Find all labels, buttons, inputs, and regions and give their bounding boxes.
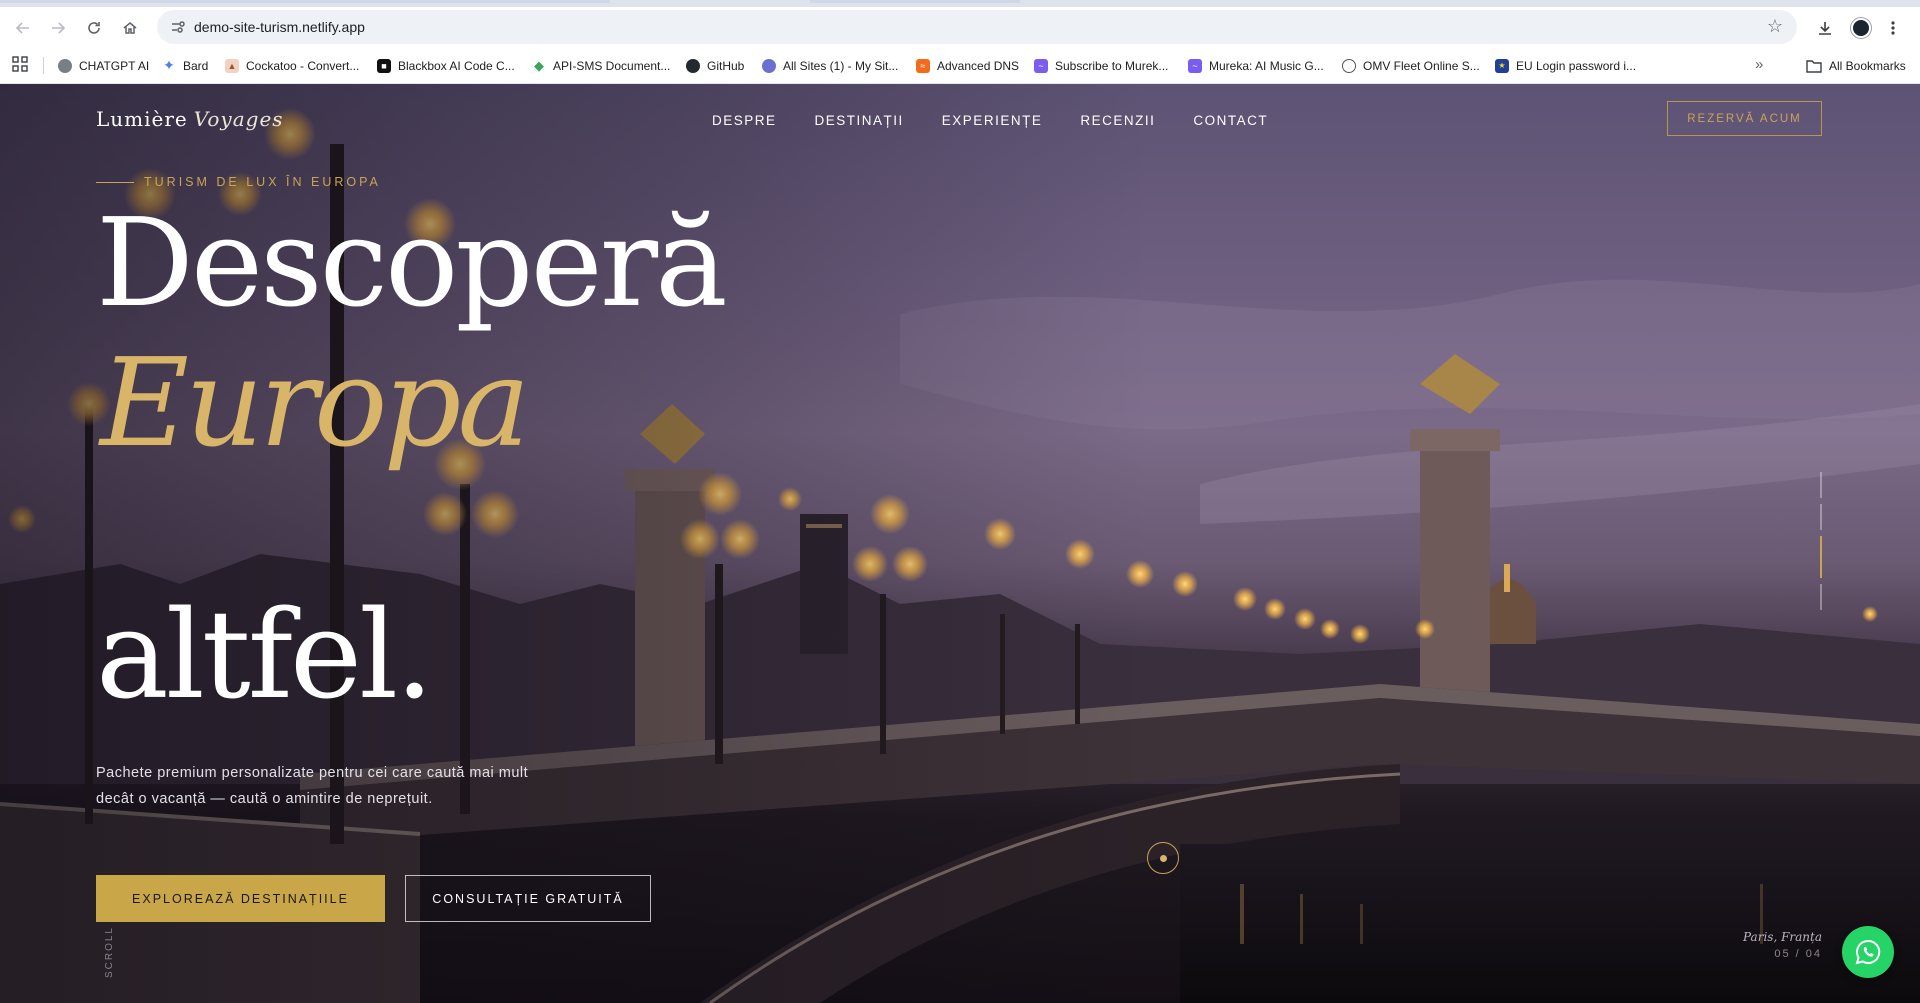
back-icon[interactable] bbox=[10, 15, 36, 41]
bookmark-mureka-music[interactable]: ~ Mureka: AI Music G... bbox=[1188, 47, 1324, 84]
bookmark-label: EU Login password i... bbox=[1516, 58, 1637, 73]
eyebrow-text: TURISM DE LUX ÎN EUROPA bbox=[144, 175, 381, 189]
url-text[interactable]: demo-site-turism.netlify.app bbox=[194, 19, 365, 35]
bookmark-github[interactable]: GitHub bbox=[686, 47, 744, 84]
home-icon[interactable] bbox=[117, 15, 143, 41]
bookmark-label: Advanced DNS bbox=[937, 58, 1020, 73]
bookmarks-overflow-icon[interactable]: » bbox=[1755, 56, 1763, 73]
profile-icon[interactable] bbox=[1848, 15, 1874, 41]
bookmark-subscribe-mureka[interactable]: ~ Subscribe to Murek... bbox=[1034, 47, 1168, 84]
github-icon bbox=[686, 58, 700, 73]
tab-strip-segment bbox=[810, 0, 1020, 3]
bookmark-label: API-SMS Document... bbox=[553, 58, 671, 73]
eu-flag-icon: ★ bbox=[1495, 58, 1509, 73]
hero-eyebrow: TURISM DE LUX ÎN EUROPA bbox=[96, 175, 381, 189]
nav-destinatii[interactable]: DESTINAȚII bbox=[815, 113, 904, 128]
eyebrow-line bbox=[96, 181, 134, 183]
download-icon[interactable] bbox=[1813, 15, 1837, 41]
mureka-icon: ~ bbox=[1188, 58, 1202, 73]
browser-toolbar: demo-site-turism.netlify.app ☆ bbox=[0, 7, 1920, 47]
blackbox-icon: ■ bbox=[377, 58, 391, 73]
explore-destinations-button[interactable]: EXPLOREAZĂ DESTINAȚIILE bbox=[96, 875, 385, 922]
reload-icon[interactable] bbox=[81, 15, 107, 41]
slide-tick[interactable] bbox=[1820, 472, 1822, 498]
hero-section: Lumière Voyages DESPRE DESTINAȚII EXPERIE… bbox=[0, 84, 1920, 1003]
bookmark-all-sites[interactable]: All Sites (1) - My Sit... bbox=[762, 47, 898, 84]
hero-lead-text: Pachete premium personalizate pentru cei… bbox=[96, 765, 529, 807]
headline-line-3: altfel. bbox=[96, 584, 434, 726]
bookmark-label: OMV Fleet Online S... bbox=[1363, 58, 1480, 73]
nav-experiente[interactable]: EXPERIENȚE bbox=[942, 113, 1043, 128]
avatar bbox=[1851, 18, 1871, 38]
site-nav: DESPRE DESTINAȚII EXPERIENȚE RECENZII CO… bbox=[712, 113, 1306, 128]
slide-tick-active[interactable] bbox=[1820, 536, 1822, 578]
dns-icon: ≈ bbox=[916, 58, 930, 73]
globe-icon bbox=[1342, 58, 1356, 73]
all-sites-icon bbox=[762, 58, 776, 73]
scroll-indicator: SCROLL bbox=[104, 926, 115, 979]
menu-icon[interactable] bbox=[1884, 15, 1902, 41]
hotspot-dot bbox=[1160, 855, 1167, 862]
bookmark-label: Cockatoo - Convert... bbox=[246, 58, 360, 73]
forward-icon[interactable] bbox=[45, 15, 71, 41]
tab-strip bbox=[0, 0, 1920, 7]
cockatoo-icon: ▲ bbox=[225, 58, 239, 73]
free-consultation-button[interactable]: CONSULTAȚIE GRATUITĂ bbox=[405, 875, 651, 922]
bookmarks-bar: CHATGPT AI ✦ Bard ▲ Cockatoo - Convert..… bbox=[0, 47, 1920, 84]
hotspot-marker[interactable] bbox=[1147, 842, 1179, 874]
slide-tick[interactable] bbox=[1820, 504, 1822, 530]
address-bar[interactable]: demo-site-turism.netlify.app ☆ bbox=[157, 10, 1797, 44]
headline-line-1: Descoperă bbox=[96, 192, 728, 334]
bard-icon: ✦ bbox=[163, 57, 175, 73]
book-now-button[interactable]: REZERVĂ ACUM bbox=[1667, 101, 1822, 136]
bookmark-eu-login[interactable]: ★ EU Login password i... bbox=[1495, 47, 1636, 84]
bookmark-label: Bard bbox=[183, 58, 209, 73]
whatsapp-icon bbox=[1855, 939, 1881, 965]
bookmark-api-sms[interactable]: ◆ API-SMS Document... bbox=[532, 47, 670, 84]
bookmark-cockatoo[interactable]: ▲ Cockatoo - Convert... bbox=[225, 47, 359, 84]
bookmark-chatgpt[interactable]: CHATGPT AI bbox=[58, 47, 149, 84]
slide-counter: 05 / 04 bbox=[1774, 948, 1822, 960]
bookmark-label: Subscribe to Murek... bbox=[1055, 58, 1169, 73]
nav-despre[interactable]: DESPRE bbox=[712, 113, 777, 128]
bookmark-label: All Sites (1) - My Sit... bbox=[783, 58, 899, 73]
logo-main: Lumière bbox=[96, 107, 188, 131]
site-info-icon[interactable] bbox=[169, 18, 187, 36]
all-bookmarks-button[interactable]: All Bookmarks bbox=[1806, 47, 1906, 84]
whatsapp-button[interactable] bbox=[1842, 926, 1894, 978]
slide-progress bbox=[1820, 472, 1822, 616]
headline-line-2: Europa bbox=[100, 332, 530, 474]
bookmark-advanced-dns[interactable]: ≈ Advanced DNS bbox=[916, 47, 1019, 84]
bookmark-bard[interactable]: ✦ Bard bbox=[162, 47, 208, 84]
all-bookmarks-label: All Bookmarks bbox=[1829, 58, 1906, 73]
slide-tick[interactable] bbox=[1820, 584, 1822, 610]
star-icon[interactable]: ☆ bbox=[1767, 16, 1783, 37]
chatgpt-icon bbox=[58, 58, 72, 73]
bookmarks-separator bbox=[43, 57, 44, 74]
bookmark-label: GitHub bbox=[707, 58, 745, 73]
mureka-icon: ~ bbox=[1034, 58, 1048, 73]
api-sms-icon: ◆ bbox=[534, 57, 544, 73]
apps-grid-icon[interactable] bbox=[12, 56, 28, 72]
location-caption: Paris, Franța bbox=[1743, 930, 1822, 944]
bookmark-blackbox[interactable]: ■ Blackbox AI Code C... bbox=[377, 47, 515, 84]
site-logo[interactable]: Lumière Voyages bbox=[96, 107, 284, 131]
folder-icon bbox=[1806, 59, 1822, 73]
bookmark-label: Blackbox AI Code C... bbox=[398, 58, 515, 73]
bookmark-label: Mureka: AI Music G... bbox=[1209, 58, 1324, 73]
bookmark-label: CHATGPT AI bbox=[79, 58, 150, 73]
nav-contact[interactable]: CONTACT bbox=[1193, 113, 1268, 128]
nav-recenzii[interactable]: RECENZII bbox=[1080, 113, 1155, 128]
bookmark-omv-fleet[interactable]: OMV Fleet Online S... bbox=[1342, 47, 1480, 84]
tab-strip-segment bbox=[0, 0, 610, 3]
logo-italic: Voyages bbox=[193, 107, 284, 131]
